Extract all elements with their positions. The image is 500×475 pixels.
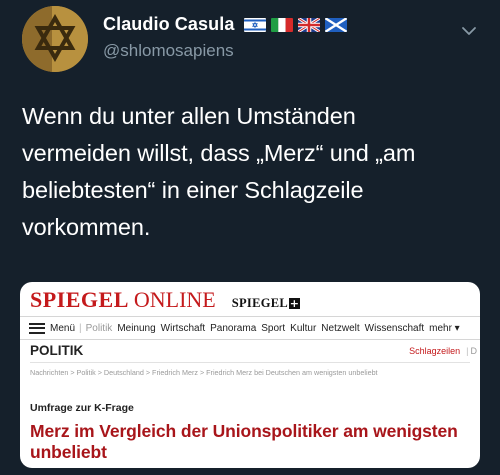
nav-item-politik: Politik xyxy=(85,322,113,334)
chevron-down-icon[interactable] xyxy=(460,22,478,40)
schlagzeilen-label: Schlagzeilen xyxy=(409,346,461,356)
nav-separator: | xyxy=(79,322,82,334)
tweet-text-line: beliebtesten“ in einer Schlagzeile xyxy=(22,177,364,203)
tweet-text: Wenn du unter allen Umständen vermeiden … xyxy=(22,98,482,246)
star-of-david-icon xyxy=(22,6,88,72)
spiegel-header: SPIEGEL ONLINE SPIEGEL + xyxy=(30,287,301,313)
hamburger-menu-icon xyxy=(29,322,45,334)
schlagzeilen-link: Schlagzeilen | D xyxy=(409,346,477,356)
author-name-row: Claudio Casula xyxy=(103,14,348,35)
nav-item-sport: Sport xyxy=(261,322,286,334)
schlagzeilen-separator: | xyxy=(466,346,469,356)
spiegel-logo: SPIEGEL xyxy=(30,287,129,312)
nav-item-netzwelt: Netzwelt xyxy=(321,322,360,334)
article-kicker: Umfrage zur K-Frage xyxy=(30,402,134,414)
tweet: Claudio Casula @shlomosapiens Wenn du un… xyxy=(0,0,500,475)
section-divider xyxy=(30,362,470,363)
article-headline: Merz im Vergleich der Unionspolitiker am… xyxy=(30,421,458,462)
spiegel-nav-bar: Menü | Politik Meinung Wirtschaft Panora… xyxy=(20,316,480,340)
nav-item-panorama: Panorama xyxy=(210,322,257,334)
italy-flag-icon xyxy=(271,17,294,32)
avatar[interactable] xyxy=(22,6,88,72)
tweet-text-line: vermeiden willst, dass „Merz“ und „am xyxy=(22,140,416,166)
nav-menu-label: Menü xyxy=(50,322,76,334)
tweet-text-line: Wenn du unter allen Umständen xyxy=(22,103,356,129)
nav-item-wissenschaft: Wissenschaft xyxy=(364,322,425,334)
section-title: POLITIK xyxy=(30,343,84,358)
author-display-name[interactable]: Claudio Casula xyxy=(103,14,234,35)
nav-item-meinung: Meinung xyxy=(117,322,156,334)
israel-flag-icon xyxy=(244,17,267,32)
schlagzeilen-extra: D xyxy=(470,346,478,356)
spiegel-plus-logo: SPIEGEL + xyxy=(231,296,301,311)
nav-more: mehr ▾ xyxy=(429,322,460,334)
uk-flag-icon xyxy=(298,17,321,32)
online-logo: ONLINE xyxy=(133,287,216,312)
flags xyxy=(244,17,348,32)
nav-item-kultur: Kultur xyxy=(290,322,317,334)
plus-icon: + xyxy=(289,297,301,310)
tweet-text-line: vorkommen. xyxy=(22,214,151,240)
nav-item-wirtschaft: Wirtschaft xyxy=(160,322,206,334)
author-handle[interactable]: @shlomosapiens xyxy=(103,41,234,61)
breadcrumb: Nachrichten > Politik > Deutschland > Fr… xyxy=(30,368,378,377)
scotland-flag-icon xyxy=(325,17,348,32)
tweet-image[interactable]: SPIEGEL ONLINE SPIEGEL + Menü | Politik … xyxy=(20,282,480,468)
spiegel-plus-text: SPIEGEL xyxy=(231,296,289,310)
